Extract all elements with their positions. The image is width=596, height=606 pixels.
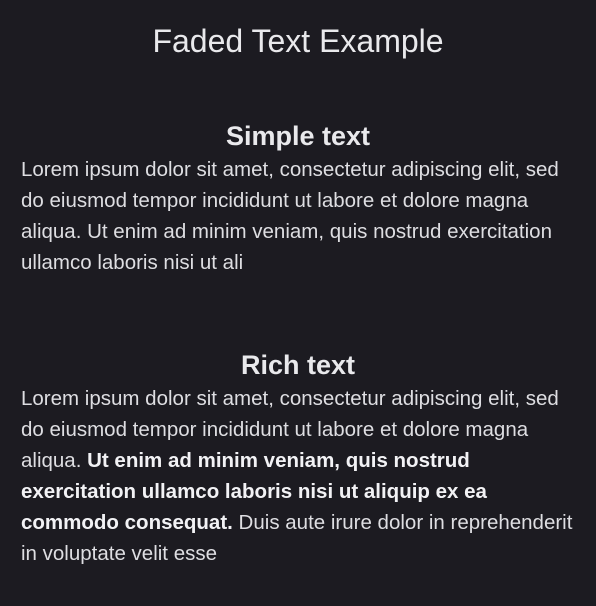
simple-text-body: Lorem ipsum dolor sit amet, consectetur …: [0, 154, 596, 278]
fade-overlay: [486, 247, 596, 278]
rich-text-body: Lorem ipsum dolor sit amet, consectetur …: [0, 383, 596, 569]
simple-text-section: Simple text Lorem ipsum dolor sit amet, …: [0, 118, 596, 278]
simple-text-title: Simple text: [225, 121, 371, 151]
page-title: Faded Text Example: [152, 23, 444, 59]
fade-overlay: [486, 538, 596, 569]
rich-text-title: Rich text: [240, 350, 356, 380]
rich-text-section: Rich text Lorem ipsum dolor sit amet, co…: [0, 347, 596, 569]
simple-text-content: Lorem ipsum dolor sit amet, consectetur …: [21, 158, 559, 274]
